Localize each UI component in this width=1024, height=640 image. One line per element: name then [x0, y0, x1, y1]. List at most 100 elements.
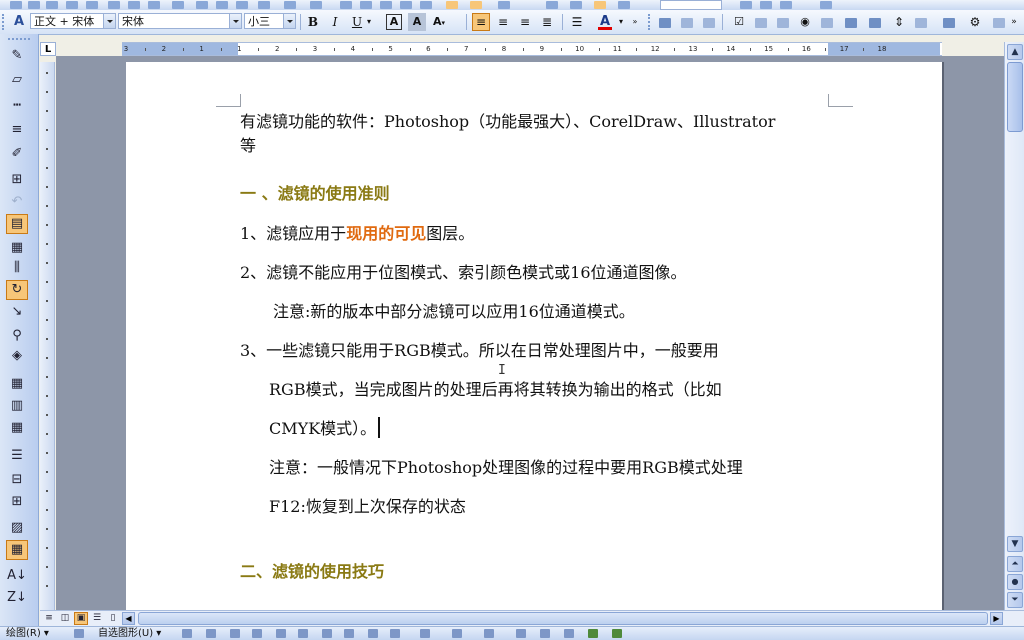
autoshapes-menu-button[interactable]: 自选图形(U) ▾: [98, 627, 161, 640]
checkbox-icon[interactable]: ☑: [730, 13, 748, 31]
undo-icon[interactable]: [284, 1, 296, 9]
hyperlink-icon[interactable]: [340, 1, 352, 9]
reading-view-icon[interactable]: ▯: [106, 612, 120, 625]
horizontal-ruler[interactable]: 3 2 1 1 2 3 4 5 6 7 8 9 10 11 12 13 14 15 16 17 18: [122, 42, 942, 56]
autoformat-icon[interactable]: ▨: [6, 518, 28, 538]
accept-change-icon[interactable]: [678, 13, 696, 31]
form-properties-icon[interactable]: [842, 13, 860, 31]
diagram-icon[interactable]: [344, 629, 354, 638]
listbox-icon[interactable]: [774, 13, 792, 31]
format-painter-icon[interactable]: [258, 1, 270, 9]
redo-icon[interactable]: [310, 1, 322, 9]
frame-icon[interactable]: [818, 13, 836, 31]
sort-ascending-icon[interactable]: A↓: [6, 566, 28, 586]
border-color-icon[interactable]: ✐: [6, 144, 28, 164]
select-browse-object-icon[interactable]: ●: [1007, 574, 1023, 590]
research-icon[interactable]: [172, 1, 184, 9]
web-view-icon[interactable]: ◫: [58, 612, 72, 625]
ask-icon[interactable]: [780, 1, 792, 9]
save-icon[interactable]: [46, 1, 58, 9]
merge-icon[interactable]: ↻: [6, 280, 28, 300]
line-color-icon[interactable]: [452, 629, 462, 638]
toolbox-icon[interactable]: [940, 13, 958, 31]
redo2-icon[interactable]: [618, 1, 630, 9]
bullets-button[interactable]: ☰: [568, 13, 586, 31]
font-combo[interactable]: 宋体: [118, 13, 242, 29]
print-icon[interactable]: [108, 1, 120, 9]
arrow-icon[interactable]: [206, 629, 216, 638]
read-icon[interactable]: [740, 1, 752, 9]
insert-excel-icon[interactable]: [400, 1, 412, 9]
scroll-left-icon[interactable]: ◀: [122, 612, 135, 625]
table-autofit-icon[interactable]: ▦: [6, 374, 28, 394]
permission-icon[interactable]: [66, 1, 78, 9]
align-left-button[interactable]: ≡: [472, 13, 490, 31]
zoom-combo[interactable]: [660, 0, 722, 10]
3d-style-icon[interactable]: [612, 629, 622, 638]
insert-table-icon[interactable]: ▦: [6, 238, 28, 258]
styles-pane-icon[interactable]: A: [10, 13, 28, 31]
show-hide-icon[interactable]: [498, 1, 510, 9]
align-top-icon[interactable]: ▥: [6, 396, 28, 416]
vertical-ruler[interactable]: [40, 62, 55, 610]
chevron-down-icon[interactable]: ▾: [364, 13, 374, 31]
horizontal-scroll-thumb[interactable]: [138, 612, 988, 625]
paste-icon[interactable]: [236, 1, 248, 9]
line-spacing-icon[interactable]: [546, 1, 558, 9]
vertical-scrollbar[interactable]: ▲ ▼ ⏶ ● ⏷: [1004, 42, 1024, 610]
draw-menu-button[interactable]: 绘图(R) ▾: [6, 627, 49, 640]
email-icon[interactable]: [86, 1, 98, 9]
drawing-icon[interactable]: [446, 1, 458, 9]
select-objects-icon[interactable]: [74, 629, 84, 638]
normal-view-icon[interactable]: ≡: [42, 612, 56, 625]
char-scale-button[interactable]: A▾: [430, 13, 448, 31]
zoom-icon[interactable]: ⚲: [6, 326, 28, 346]
line-style-icon[interactable]: ┅: [6, 96, 28, 116]
paint-bucket-icon[interactable]: ◈: [6, 346, 28, 366]
scroll-up-icon[interactable]: ▲: [1007, 44, 1023, 60]
spelling-icon[interactable]: [148, 1, 160, 9]
next-page-icon[interactable]: ⏷: [1007, 592, 1023, 608]
line-icon[interactable]: [182, 629, 192, 638]
distribute-icon[interactable]: ⫼: [6, 258, 28, 278]
toolbar-options-icon[interactable]: »: [630, 13, 640, 31]
cut-icon[interactable]: [196, 1, 208, 9]
insert-cols-icon[interactable]: ⊟: [6, 470, 28, 490]
toolbar-options-icon[interactable]: »: [1008, 13, 1020, 31]
horizontal-scrollbar[interactable]: ≡ ◫ ▣ ☰ ▯ ◀ ▶: [40, 610, 1024, 626]
insert-rows-icon[interactable]: ☰: [6, 446, 28, 466]
text-direction-icon[interactable]: ⊞: [6, 492, 28, 512]
eraser-icon[interactable]: ▱: [6, 70, 28, 90]
line-weight-icon[interactable]: ≡: [6, 120, 28, 140]
textfield-icon[interactable]: [752, 13, 770, 31]
reject-change-icon[interactable]: [700, 13, 718, 31]
shadow-style-icon[interactable]: [588, 629, 598, 638]
image-control-icon[interactable]: [912, 13, 930, 31]
new-document-icon[interactable]: [10, 1, 22, 9]
oval-icon[interactable]: [252, 629, 262, 638]
highlight-icon[interactable]: [594, 1, 606, 9]
arrow-style-icon[interactable]: [564, 629, 574, 638]
chevron-down-icon[interactable]: [229, 14, 241, 28]
columns-icon[interactable]: [420, 1, 432, 9]
line-style-icon[interactable]: [516, 629, 526, 638]
tables-borders-icon[interactable]: [360, 1, 372, 9]
align-center-button[interactable]: ≡: [494, 13, 512, 31]
show-gridlines-icon[interactable]: ▦: [6, 540, 28, 560]
style-combo[interactable]: 正文 + 宋体: [30, 13, 116, 29]
toolbar-options-icon[interactable]: [820, 1, 832, 9]
print-layout-view-icon[interactable]: ▣: [74, 612, 88, 625]
scroll-thumb[interactable]: [1007, 62, 1023, 132]
copy-icon[interactable]: [216, 1, 228, 9]
bold-button[interactable]: B: [304, 13, 322, 31]
split-icon[interactable]: ↘: [6, 302, 28, 322]
track-changes-icon[interactable]: [656, 13, 674, 31]
font-color-icon[interactable]: [484, 629, 494, 638]
fill-color-icon[interactable]: [420, 629, 430, 638]
text-box-icon[interactable]: ▤: [6, 214, 28, 234]
undo-icon[interactable]: ↶: [6, 192, 28, 212]
chevron-down-icon[interactable]: ▾: [616, 13, 626, 31]
char-border-button[interactable]: A: [386, 14, 402, 30]
numbering-icon[interactable]: [570, 1, 582, 9]
sort-descending-icon[interactable]: Z↓: [6, 588, 28, 608]
